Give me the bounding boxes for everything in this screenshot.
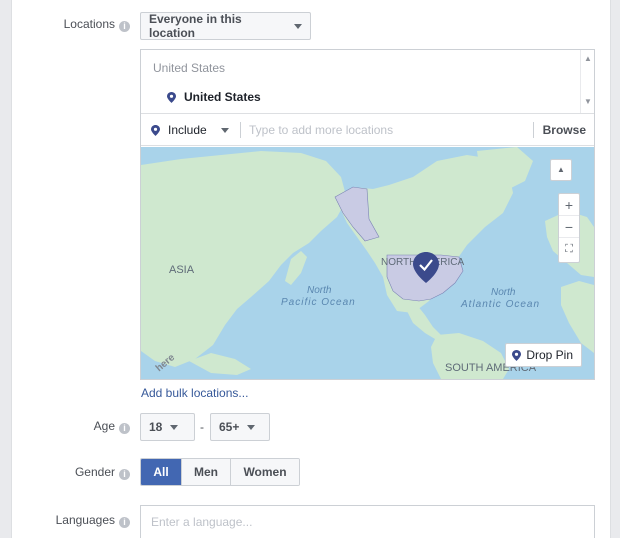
age-separator: -	[200, 420, 204, 434]
gender-label-row: Gender i	[40, 465, 130, 480]
info-icon[interactable]: i	[119, 517, 130, 528]
language-input[interactable]	[140, 505, 595, 538]
scroll-down-icon[interactable]: ▼	[584, 97, 592, 106]
gender-label: Gender	[74, 465, 115, 479]
zoom-out-button[interactable]: −	[559, 216, 579, 238]
locations-box: United States United States ▲ ▼ Include …	[140, 49, 595, 380]
asia-landmass	[141, 151, 347, 367]
chevron-down-icon	[247, 424, 256, 430]
age-label: Age	[93, 419, 115, 433]
zoom-controls: + − ⛶	[558, 193, 580, 263]
locations-label-row: Locations i	[40, 17, 130, 32]
selected-locations-list: United States United States ▲ ▼	[141, 50, 594, 114]
central-america-landmass	[403, 303, 441, 339]
chevron-down-icon	[220, 127, 229, 133]
divider	[240, 122, 241, 138]
include-row: Include Browse	[141, 114, 594, 146]
include-value: Include	[168, 123, 207, 137]
location-search-input[interactable]	[249, 119, 524, 141]
browse-button[interactable]: Browse	[543, 123, 586, 137]
location-pin-icon	[151, 124, 160, 136]
selected-location-item[interactable]: United States	[167, 90, 261, 104]
fullscreen-button[interactable]: ⛶	[559, 238, 579, 260]
age-min-dropdown[interactable]: 18	[140, 413, 195, 441]
info-icon[interactable]: i	[119, 423, 130, 434]
age-min-value: 18	[149, 420, 163, 434]
drop-pin-button[interactable]: Drop Pin	[505, 343, 582, 367]
chevron-down-icon	[170, 424, 179, 430]
selected-location-label: United States	[184, 90, 261, 104]
drop-pin-label: Drop Pin	[526, 348, 573, 362]
zoom-in-button[interactable]: +	[559, 194, 579, 216]
languages-label: Languages	[55, 513, 115, 527]
info-icon[interactable]: i	[119, 21, 130, 32]
location-pin-icon	[512, 349, 522, 361]
include-dropdown[interactable]: Include	[151, 123, 229, 137]
location-type-value: Everyone in this location	[149, 12, 242, 40]
add-bulk-locations-link[interactable]: Add bulk locations...	[141, 386, 248, 400]
collapse-map-button[interactable]: ▲	[550, 159, 572, 181]
location-map[interactable]: ASIA North Pacific Ocean NORTH AMERICA N…	[141, 147, 594, 379]
gender-women-button[interactable]: Women	[231, 459, 299, 485]
map-label-pacific-ocean: Pacific Ocean	[281, 297, 356, 308]
gender-men-button[interactable]: Men	[182, 459, 231, 485]
map-label-asia: ASIA	[169, 264, 195, 276]
list-header: United States	[153, 61, 226, 75]
list-scrollbar[interactable]: ▲ ▼	[580, 50, 594, 113]
map-label-north-pacific: North	[307, 285, 332, 296]
age-max-dropdown[interactable]: 65+	[210, 413, 270, 441]
gender-all-button[interactable]: All	[141, 459, 182, 485]
age-label-row: Age i	[40, 419, 130, 434]
divider	[533, 122, 534, 138]
location-pin-icon	[167, 91, 176, 103]
scroll-up-icon[interactable]: ▲	[584, 54, 592, 63]
locations-label: Locations	[63, 17, 115, 31]
fullscreen-icon: ⛶	[565, 243, 573, 255]
languages-label-row: Languages i	[30, 513, 130, 528]
info-icon[interactable]: i	[119, 469, 130, 480]
map-label-north-atlantic: North	[491, 287, 516, 298]
map-label-atlantic-ocean: Atlantic Ocean	[460, 299, 540, 310]
age-max-value: 65+	[219, 420, 240, 434]
chevron-up-icon: ▲	[557, 165, 565, 174]
location-type-dropdown[interactable]: Everyone in this location	[140, 12, 311, 40]
gender-toggle-group: All Men Women	[140, 458, 300, 486]
chevron-down-icon	[294, 23, 302, 29]
